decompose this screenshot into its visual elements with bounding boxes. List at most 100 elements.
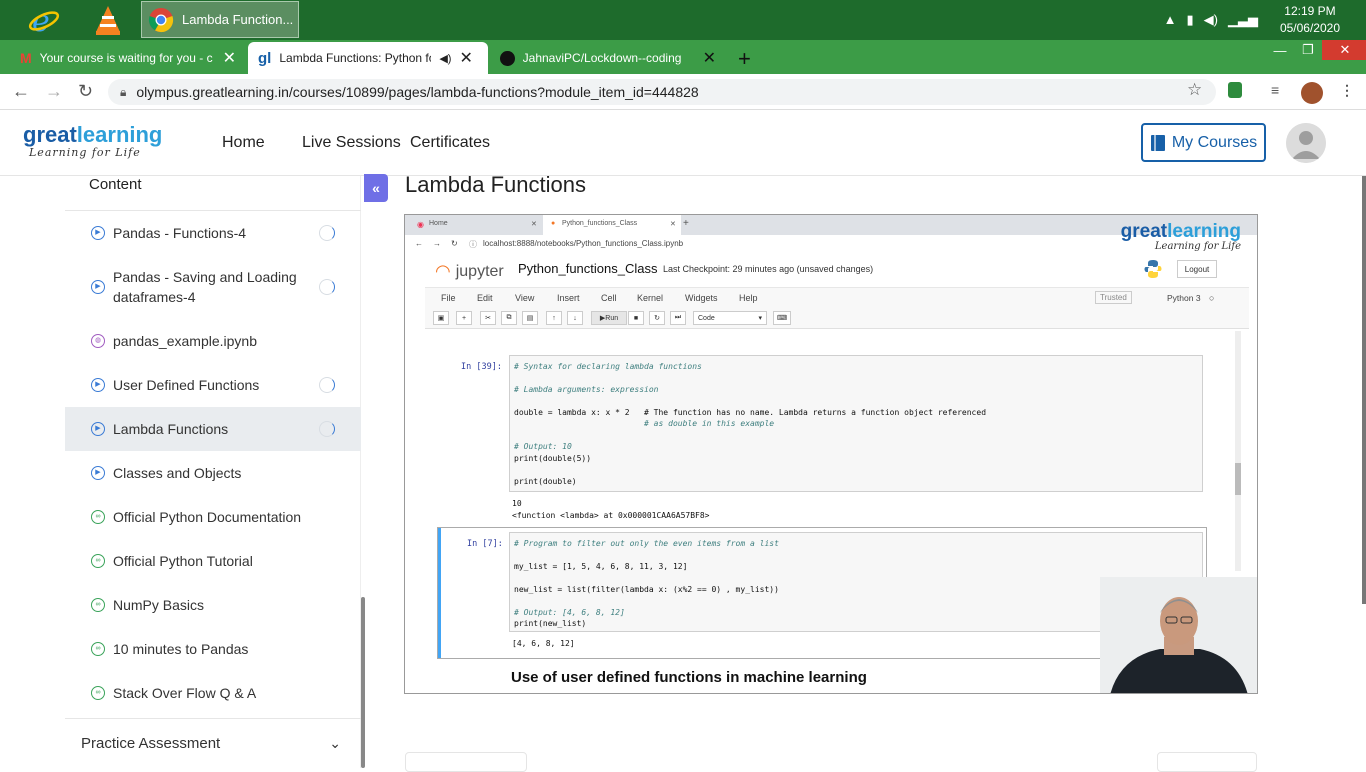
- sidebar-item-user-defined-functions[interactable]: ▶ User Defined Functions: [65, 363, 361, 407]
- jp-menu-edit: Edit: [477, 293, 493, 303]
- external-link-icon: ∞: [91, 642, 105, 656]
- profile-avatar[interactable]: [1301, 82, 1323, 104]
- cell2-line: my_list = [1, 5, 4, 6, 8, 11, 3, 12]: [514, 562, 688, 571]
- jp-menu-kernel: Kernel: [637, 293, 664, 303]
- greatlearning-logo[interactable]: greatlearning Learning for Life: [23, 124, 162, 160]
- practice-assessment-section[interactable]: Practice Assessment ⌄: [65, 718, 361, 768]
- instructor-webcam-overlay: [1100, 577, 1257, 693]
- window-controls: — ❐ ✕: [1266, 40, 1366, 60]
- cell1-line: print(double): [514, 477, 577, 486]
- collapse-sidebar-button[interactable]: «: [364, 174, 388, 202]
- video-new-tab-icon: +: [683, 218, 689, 229]
- fast-forward-icon: ⏭: [670, 311, 686, 325]
- notebook-file-icon: ◍: [91, 334, 105, 348]
- taskbar-chrome-window[interactable]: Lambda Function...: [141, 1, 299, 38]
- internet-explorer-icon[interactable]: e: [26, 2, 62, 38]
- url-field[interactable]: 🔒︎ olympus.greatlearning.in/courses/1089…: [108, 79, 1216, 105]
- page-scrollbar[interactable]: [1362, 176, 1366, 604]
- system-clock[interactable]: 12:19 PM 05/06/2020: [1280, 3, 1340, 37]
- github-icon: [500, 50, 515, 66]
- sidebar-item-numpy-basics[interactable]: ∞ NumPy Basics: [65, 583, 361, 627]
- previous-button[interactable]: [405, 752, 527, 772]
- sidebar-item-label: 10 minutes to Pandas: [113, 641, 249, 657]
- progress-indicator-icon: [319, 279, 335, 295]
- volume-icon[interactable]: ◀): [1204, 12, 1218, 28]
- wifi-signal-icon[interactable]: ▁▃▅: [1228, 12, 1258, 28]
- nav-live-sessions[interactable]: Live Sessions: [302, 134, 401, 152]
- url-text: olympus.greatlearning.in/courses/10899/p…: [136, 84, 699, 100]
- run-button: ▶ Run: [591, 311, 627, 325]
- browser-tab-strip: M Your course is waiting for you - c ✕ g…: [0, 40, 1366, 74]
- stop-icon: ■: [628, 311, 644, 325]
- close-tab-icon[interactable]: ✕: [459, 48, 472, 68]
- back-arrow-icon[interactable]: ←: [12, 81, 30, 102]
- notebook-scroll-thumb: [1235, 463, 1241, 495]
- sidebar-item-classes-and-objects[interactable]: ▶ Classes and Objects: [65, 451, 361, 495]
- forward-arrow-icon[interactable]: →: [45, 81, 63, 102]
- minimize-icon[interactable]: —: [1266, 40, 1294, 60]
- copy-icon: ⧉: [501, 311, 517, 325]
- tab-lambda-functions[interactable]: gl Lambda Functions: Python fo ◀) ✕: [248, 42, 488, 74]
- tab-github[interactable]: JahnaviPC/Lockdown--coding ✕: [490, 42, 726, 74]
- close-tab-icon[interactable]: ✕: [223, 48, 236, 68]
- my-courses-label: My Courses: [1171, 133, 1258, 151]
- reload-icon[interactable]: ↻: [78, 81, 93, 102]
- tab-title: Your course is waiting for you - c: [39, 51, 213, 65]
- select-arrow-icon: ▾: [758, 315, 762, 322]
- show-hidden-icons-icon[interactable]: ▲: [1164, 12, 1177, 28]
- cell1-output: 10: [512, 499, 522, 508]
- module-item-list: ▶ Pandas - Functions-4 ▶ Pandas - Saving…: [65, 210, 361, 715]
- nav-certificates[interactable]: Certificates: [410, 134, 490, 152]
- bookmark-star-icon[interactable]: ☆: [1187, 80, 1202, 100]
- audio-playing-icon[interactable]: ◀): [439, 52, 451, 65]
- cell1-prompt: In [39]:: [461, 362, 502, 372]
- new-tab-button[interactable]: +: [738, 46, 751, 72]
- sidebar-item-lambda-functions[interactable]: ▶ Lambda Functions: [65, 407, 361, 451]
- cut-icon: ✂: [480, 311, 496, 325]
- next-button[interactable]: [1157, 752, 1257, 772]
- video-nb-tab: Python_functions_Class: [562, 220, 638, 227]
- sidebar-item-pandas-example-notebook[interactable]: ◍ pandas_example.ipynb: [65, 319, 361, 363]
- my-courses-button[interactable]: My Courses: [1141, 123, 1266, 162]
- chrome-menu-icon[interactable]: ⋮: [1340, 82, 1354, 99]
- lock-icon: 🔒︎: [120, 84, 127, 99]
- markdown-heading: Use of user defined functions in machine…: [511, 669, 867, 686]
- sidebar-item-official-python-documentation[interactable]: ∞ Official Python Documentation: [65, 495, 361, 539]
- user-avatar[interactable]: [1286, 123, 1326, 163]
- extension-icon[interactable]: [1228, 82, 1242, 98]
- external-link-icon: ∞: [91, 686, 105, 700]
- sidebar-item-pandas-functions-4[interactable]: ▶ Pandas - Functions-4: [65, 211, 361, 255]
- vlc-icon[interactable]: [90, 2, 126, 38]
- taskbar-window-label: Lambda Function...: [182, 12, 294, 27]
- lecture-video-player[interactable]: ◉ Home ✕ ● Python_functions_Class ✕ + ← …: [404, 214, 1258, 694]
- close-tab-icon[interactable]: ✕: [703, 48, 716, 68]
- external-link-icon: ∞: [91, 554, 105, 568]
- cell-type-value: Code: [698, 314, 715, 322]
- greatlearning-watermark: greatlearning Learning for Life: [1121, 221, 1241, 252]
- sidebar-item-label: Pandas - Saving and Loading dataframes-4: [113, 269, 297, 305]
- kernel-status-icon: ○: [1209, 293, 1215, 303]
- sidebar-item-10-minutes-to-pandas[interactable]: ∞ 10 minutes to Pandas: [65, 627, 361, 671]
- sidebar-item-pandas-saving-loading[interactable]: ▶ Pandas - Saving and Loading dataframes…: [65, 255, 361, 319]
- watermark-learning: learning: [1167, 221, 1241, 242]
- sidebar-item-official-python-tutorial[interactable]: ∞ Official Python Tutorial: [65, 539, 361, 583]
- sidebar-scrollbar[interactable]: [361, 597, 365, 768]
- tab-gmail[interactable]: M Your course is waiting for you - c ✕: [10, 42, 246, 74]
- restore-icon[interactable]: ❐: [1294, 40, 1322, 60]
- window-close-icon[interactable]: ✕: [1322, 40, 1366, 60]
- media-control-icon[interactable]: ≡: [1271, 82, 1279, 98]
- sidebar-item-label: Lambda Functions: [113, 421, 229, 437]
- sidebar-item-stack-overflow-qa[interactable]: ∞ Stack Over Flow Q & A: [65, 671, 361, 715]
- keyboard-icon: ⌨: [773, 311, 791, 325]
- battery-icon[interactable]: ▮: [1187, 12, 1194, 28]
- nav-home[interactable]: Home: [222, 134, 265, 152]
- play-video-icon: ▶: [91, 466, 105, 480]
- greatlearning-favicon-icon: gl: [258, 49, 272, 67]
- notebook-scrollbar: [1235, 331, 1241, 571]
- run-label: Run: [605, 314, 619, 322]
- cell2-prompt: In [7]:: [467, 539, 503, 549]
- jupyter-ring-icon: ◠: [435, 261, 451, 281]
- course-content-sidebar: Content ▶ Pandas - Functions-4 ▶ Pandas …: [65, 176, 361, 768]
- video-info-icon: ⓘ: [469, 240, 477, 249]
- kernel-name: Python 3: [1167, 293, 1201, 303]
